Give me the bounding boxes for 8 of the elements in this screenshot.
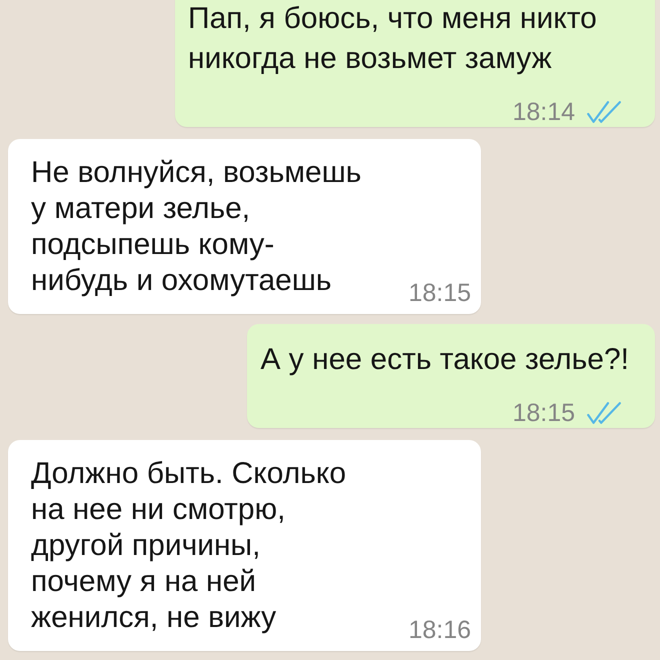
message-text: А у нее есть такое зелье?! [260,342,629,378]
message-text: Пап, я боюсь, что меня никто никогда не возьмет замуж [188,1,598,77]
message-time: 18:15 [512,400,575,426]
message-text: Не волнуйся, возьмешь у матери зелье, подсыпешь кому-нибудь и охомутаешь [31,155,362,299]
message-time: 18:14 [512,99,575,125]
message-time: 18:15 [408,279,471,307]
message-time: 18:16 [408,616,471,644]
message-text: Должно быть. Сколько на нее ни смотрю, другой причины, почему я на ней женился, не вижу [31,456,348,636]
